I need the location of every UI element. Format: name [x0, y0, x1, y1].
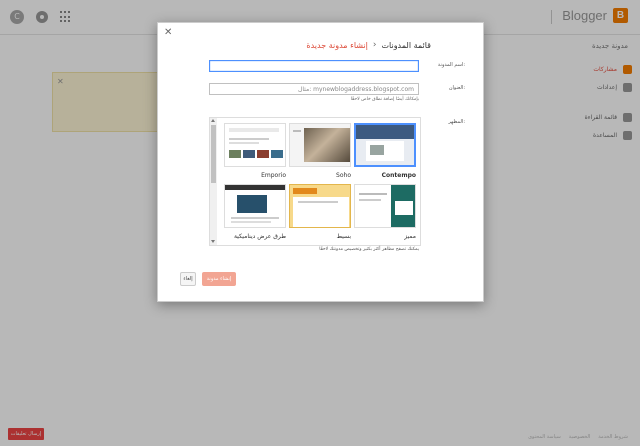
- footer-links: سياسة المحتوى الخصوصية شروط الخدمة: [528, 434, 628, 440]
- chevron-right-icon: ›: [372, 40, 377, 50]
- sidebar-item-help[interactable]: المساعدة: [522, 126, 632, 144]
- blogger-logo-icon: [613, 8, 628, 23]
- sidebar-item-reading-list[interactable]: قائمة القراءة: [522, 108, 632, 126]
- theme-thumbnail: [289, 123, 351, 167]
- theme-name: Contempo: [381, 172, 416, 179]
- address-hint: بإمكانك أيضًا إضافة نطاق خاص لاحقًا: [350, 97, 419, 102]
- notifications-icon[interactable]: [36, 11, 48, 23]
- theme-thumbnail: [289, 184, 351, 228]
- breadcrumb-current: إنشاء مدونة جديدة: [306, 40, 368, 50]
- gear-icon: [623, 82, 632, 92]
- avatar[interactable]: C: [10, 10, 24, 24]
- theme-thumbnail: [224, 184, 286, 228]
- divider: [551, 10, 552, 24]
- blogger-icon: [623, 64, 632, 74]
- theme-hint: يمكنك تصفح مظاهر أكثر بكثير وتخصيص مدونت…: [319, 247, 419, 252]
- theme-name: مميز: [404, 233, 416, 240]
- brand-name: Blogger: [562, 8, 607, 23]
- create-blog-button[interactable]: إنشاء مدونة: [202, 272, 236, 286]
- sidebar-blog-title[interactable]: مدونة جديدة: [522, 38, 632, 60]
- blog-address-input[interactable]: مثال: mynewblogaddress.blogspot.com: [209, 83, 419, 95]
- scroll-up-icon[interactable]: [211, 119, 215, 122]
- apps-grid-icon[interactable]: [60, 11, 72, 23]
- sidebar: مدونة جديدة مشاركات إعدادات قائمة القراء…: [522, 38, 632, 144]
- theme-thumbnail: [224, 123, 286, 167]
- theme-label: المظهر:: [448, 119, 465, 125]
- sidebar-item-settings[interactable]: إعدادات: [522, 78, 632, 96]
- breadcrumb-blog-list[interactable]: قائمة المدونات: [382, 41, 432, 50]
- theme-thumbnail: [354, 123, 416, 167]
- scroll-down-icon[interactable]: [211, 240, 215, 243]
- breadcrumb: إنشاء مدونة جديدة › قائمة المدونات: [306, 40, 431, 50]
- close-icon[interactable]: ✕: [57, 77, 64, 86]
- close-icon[interactable]: ✕: [164, 27, 172, 38]
- blog-title-input[interactable]: [209, 60, 419, 72]
- footer-link[interactable]: سياسة المحتوى: [528, 434, 561, 440]
- title-label: اسم المدونة:: [437, 62, 465, 68]
- theme-picker: Contempo Soho Emporio مميز بسيط طرق عرض …: [209, 117, 421, 246]
- theme-name: بسيط: [336, 233, 351, 240]
- theme-thumbnail: [354, 184, 416, 228]
- help-icon: [623, 130, 632, 140]
- theme-name: طرق عرض ديناميكية: [233, 233, 286, 240]
- feedback-button[interactable]: إرسال تعليقات: [8, 428, 44, 440]
- scroll-thumb[interactable]: [211, 125, 216, 183]
- theme-name: Emporio: [261, 172, 286, 179]
- footer-link[interactable]: شروط الخدمة: [598, 434, 628, 440]
- sidebar-item-label: مشاركات: [593, 65, 617, 73]
- create-blog-dialog: ✕ إنشاء مدونة جديدة › قائمة المدونات اسم…: [157, 22, 484, 302]
- footer-link[interactable]: الخصوصية: [569, 434, 591, 440]
- sidebar-item-label: إعدادات: [596, 83, 617, 91]
- theme-name: Soho: [336, 172, 351, 179]
- reading-list-icon: [623, 112, 632, 122]
- theme-scrollbar[interactable]: [210, 118, 217, 245]
- sidebar-item-label: المساعدة: [592, 131, 617, 139]
- brand[interactable]: Blogger: [562, 8, 628, 23]
- address-label: العنوان:: [448, 85, 465, 91]
- cancel-button[interactable]: إلغاء: [180, 272, 196, 286]
- sidebar-item-label: قائمة القراءة: [584, 113, 617, 121]
- sidebar-item-posts[interactable]: مشاركات: [522, 60, 632, 78]
